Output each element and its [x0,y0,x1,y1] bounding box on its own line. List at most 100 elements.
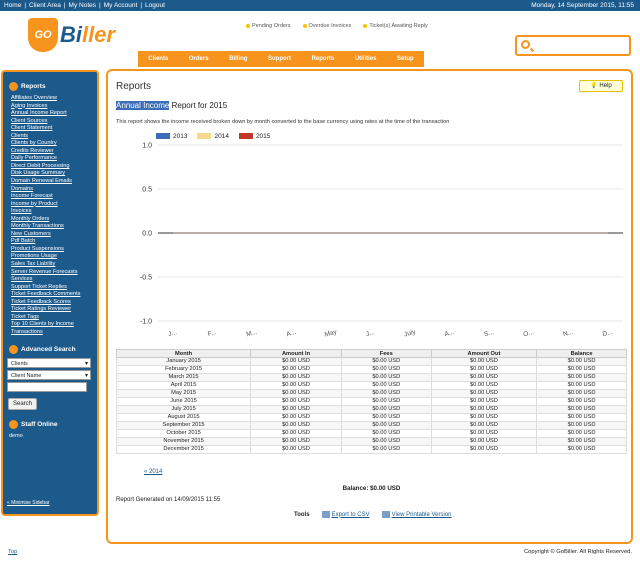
printer-icon [381,511,390,518]
table-row: April 2015 $0.00 USD $0.00 USD $0.00 USD $0.… [115,381,627,390]
alert-link[interactable]: Pending Orders [246,23,291,29]
report-link[interactable]: Monthly Transactions [11,223,97,231]
table-row: January 2015 $0.00 USD $0.00 USD $0.00 USD $… [115,357,627,366]
report-link[interactable]: Disk Usage Summary [11,170,97,178]
report-link[interactable]: Clients [11,133,97,141]
table-cell: March 2015 [115,373,252,382]
alert-link[interactable]: Overdue Invoices [302,23,351,29]
table-row: March 2015 $0.00 USD $0.00 USD $0.00 USD $0.… [115,373,627,382]
table-cell: $0.00 USD [340,413,432,422]
logo-badge: GO [28,18,58,52]
report-link[interactable]: Annual Income Report [11,110,97,118]
table-row: December 2015 $0.00 USD $0.00 USD $0.00 USD… [115,445,627,454]
top-link-logout[interactable]: Logout [145,0,165,11]
main-panel: Reports 💡 Help Annual Income Report for … [106,69,633,544]
x-tick-label: D... [602,329,614,338]
table-row: February 2015 $0.00 USD $0.00 USD $0.00 USD… [115,365,627,374]
table-cell: $0.00 USD [340,389,432,398]
table-row: October 2015 $0.00 USD $0.00 USD $0.00 USD $… [115,429,627,438]
nav-support[interactable]: Support [268,56,291,62]
report-link[interactable]: Top 10 Clients by Income [11,321,97,329]
report-link[interactable]: Invoices [11,208,97,216]
report-link[interactable]: Domains [11,186,97,194]
logo[interactable]: GO Biller [28,18,132,58]
x-tick-label: J... [168,329,178,338]
report-link[interactable]: Credits Reviewer [11,148,97,156]
report-link[interactable]: Transactions [11,329,97,337]
report-link[interactable]: Ticket Tags [11,314,97,322]
report-link[interactable]: Daily Performance [11,155,97,163]
table-cell: $0.00 USD [536,357,627,366]
top-bar: Home | Client Area | My Notes | My Account | Log… [0,0,640,11]
date-display: Monday, 14 September 2015, 11:55 [531,2,634,9]
nav-utilities[interactable]: Utilities [355,56,377,62]
printable-version-link[interactable]: View Printable Version [381,511,452,518]
advanced-search-input[interactable] [7,381,87,392]
nav-reports[interactable]: Reports [312,56,335,62]
table-cell: $0.00 USD [536,421,627,430]
table-cell: $0.00 USD [340,445,432,454]
nav-clients[interactable]: Clients [148,56,168,62]
alert-link[interactable]: Ticket(s) Awaiting Reply [363,23,428,29]
report-link[interactable]: Services [11,276,97,284]
table-cell: May 2015 [115,389,252,398]
export-csv-link[interactable]: Export to CSV [321,511,370,518]
lightbulb-icon: 💡 [590,83,598,89]
table-cell: $0.00 USD [250,381,342,390]
reports-icon [9,82,18,91]
report-link[interactable]: New Customers [11,231,97,239]
search-type-select[interactable]: Clients [7,357,91,369]
table-cell: September 2015 [115,421,252,430]
report-link[interactable]: Ticket Feedback Scores [11,299,97,307]
report-link[interactable]: Direct Debit Processing [11,163,97,171]
top-link-my-account[interactable]: My Account [104,0,138,11]
table-cell: $0.00 USD [340,421,432,430]
table-cell: $0.00 USD [536,397,627,406]
column-header: Amount In [250,349,342,358]
x-tick-label: M... [246,329,258,339]
report-link[interactable]: Promotions Usage [11,253,97,261]
help-button[interactable]: 💡 Help [579,80,623,92]
nav-billing[interactable]: Billing [229,56,247,62]
previous-year-link[interactable]: « 2014 [144,469,162,475]
staff-online-title: Staff Online [9,419,97,429]
generated-timestamp: Report Generated on 14/09/2015 11:55 [116,497,221,503]
table-row: September 2015 $0.00 USD $0.00 USD $0.00 US… [115,421,627,430]
report-link[interactable]: Pdf Batch [11,238,97,246]
top-link-client-area[interactable]: Client Area [29,0,61,11]
report-link[interactable]: Sales Tax Liability [11,261,97,269]
back-to-top-link[interactable]: Top [8,549,17,555]
advanced-search-title: Advanced Search [9,344,97,354]
report-link[interactable]: Server Revenue Forecasts [11,269,97,277]
report-link[interactable]: Support Ticket Replies [11,284,97,292]
table-cell: $0.00 USD [250,437,342,446]
report-link[interactable]: Client Sources [11,118,97,126]
x-tick-label: O... [523,329,535,339]
report-link[interactable]: Aging Invoices [11,103,97,111]
main-nav: Clients Orders Billing Support Reports Utilit… [138,51,424,67]
report-link[interactable]: Ticket Ratings Reviewer [11,306,97,314]
report-link[interactable]: Income Forecast [11,193,97,201]
report-link[interactable]: Monthly Orders [11,216,97,224]
search-input[interactable] [537,40,627,52]
search-field-select[interactable]: Client Name [7,369,91,381]
report-link[interactable]: Domain Renewal Emails [11,178,97,186]
y-tick-label: 0.5 [142,187,152,194]
y-tick-label: 1.0 [142,143,152,150]
top-link-my-notes[interactable]: My Notes [69,0,96,11]
table-cell: $0.00 USD [340,357,432,366]
report-link[interactable]: Client Statement [11,125,97,133]
report-link[interactable]: Product Suspensions [11,246,97,254]
top-link-home[interactable]: Home [4,0,21,11]
search-button[interactable]: Search [8,397,37,410]
search-icon[interactable] [521,40,530,49]
table-row: June 2015 $0.00 USD $0.00 USD $0.00 USD $0.0… [115,397,627,406]
report-link[interactable]: Affiliates Overview [11,95,97,103]
report-link[interactable]: Clients by Country [11,140,97,148]
minimise-sidebar-link[interactable]: « Minimise Sidebar [7,500,50,506]
nav-orders[interactable]: Orders [189,56,209,62]
x-tick-label: July [403,328,417,338]
report-link[interactable]: Ticket Feedback Comments [11,291,97,299]
report-link[interactable]: Income by Product [11,201,97,209]
nav-setup[interactable]: Setup [397,56,414,62]
